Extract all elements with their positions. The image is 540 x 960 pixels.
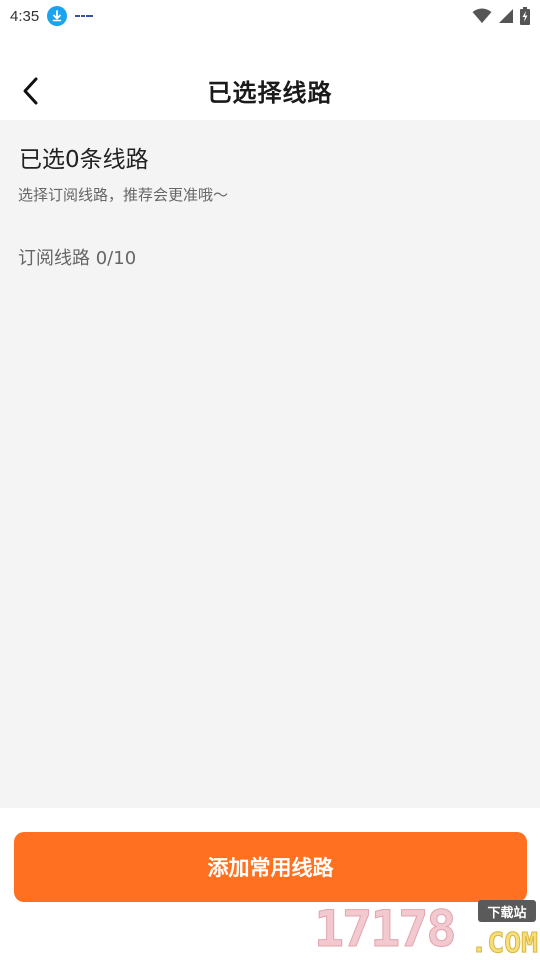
content-area: 已选0条线路 选择订阅线路，推荐会更准哦～ 订阅线路 0/10 [0,120,540,808]
screen: 4:35 已选择线路 已选0条线路 选择订阅线路，推荐会更准哦～ 订阅线路 0/… [0,0,540,960]
hint-text: 选择订阅线路，推荐会更准哦～ [18,186,229,204]
download-icon [47,6,68,26]
signal-icon [499,9,513,23]
selected-count-heading: 已选0条线路 [19,147,149,173]
notification-app-icon [75,13,94,19]
chevron-left-icon [23,77,38,105]
subscription-count-label: 订阅线路 0/10 [18,248,137,269]
bottom-area: 添加常用线路 [0,808,540,960]
page-title: 已选择线路 [207,78,333,107]
battery-charging-icon [520,7,530,25]
status-bar: 4:35 [0,0,540,32]
header: 已选择线路 [0,60,540,120]
add-common-route-button[interactable]: 添加常用线路 [14,832,527,902]
wifi-icon [472,8,492,23]
status-icons [472,7,530,25]
back-button[interactable] [14,74,48,108]
status-time: 4:35 [10,7,40,25]
